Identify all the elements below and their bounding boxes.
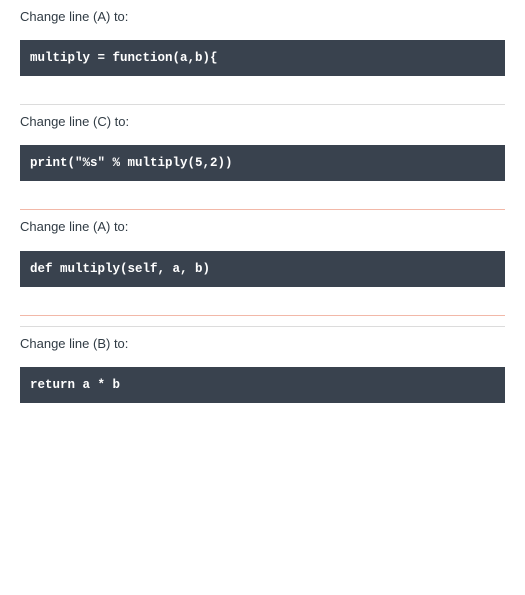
option-prompt: Change line (A) to: bbox=[20, 8, 505, 26]
code-block: multiply = function(a,b){ bbox=[20, 40, 505, 76]
answer-option[interactable]: Change line (B) to: return a * b bbox=[20, 327, 505, 431]
answer-option[interactable]: Change line (A) to: multiply = function(… bbox=[20, 0, 505, 104]
code-block: def multiply(self, a, b) bbox=[20, 251, 505, 287]
answer-option[interactable]: Change line (C) to: print("%s" % multipl… bbox=[20, 105, 505, 209]
option-prompt: Change line (C) to: bbox=[20, 113, 505, 131]
answer-option[interactable]: Change line (A) to: def multiply(self, a… bbox=[20, 210, 505, 314]
code-block: print("%s" % multiply(5,2)) bbox=[20, 145, 505, 181]
option-prompt: Change line (A) to: bbox=[20, 218, 505, 236]
option-prompt: Change line (B) to: bbox=[20, 335, 505, 353]
code-block: return a * b bbox=[20, 367, 505, 403]
